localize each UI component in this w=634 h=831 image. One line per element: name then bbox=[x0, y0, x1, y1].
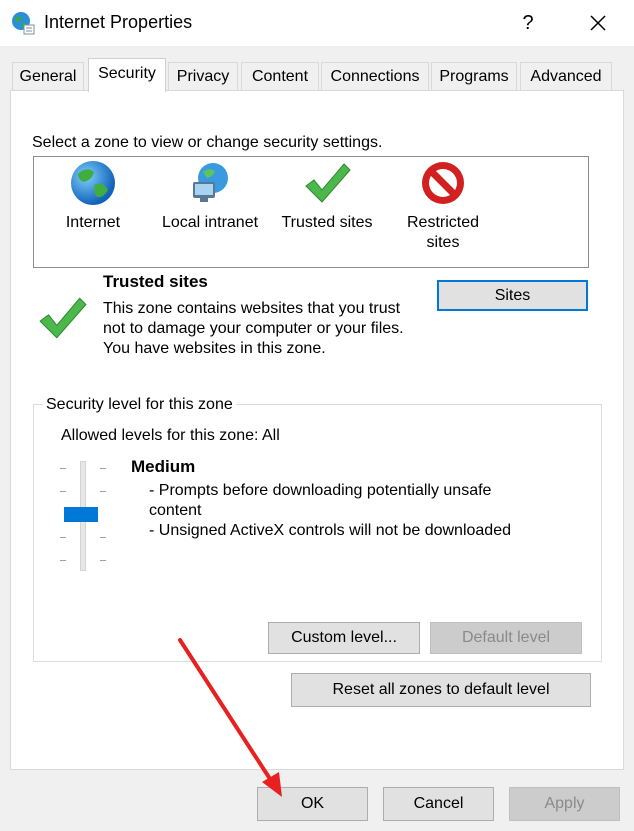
slider-tick bbox=[100, 537, 106, 538]
slider-tick bbox=[100, 491, 106, 492]
sites-button[interactable]: Sites bbox=[437, 280, 588, 311]
window-title: Internet Properties bbox=[44, 12, 193, 32]
security-level-description: - Prompts before downloading potentially… bbox=[149, 482, 511, 539]
zone-internet[interactable]: Internet bbox=[38, 158, 148, 234]
apply-button[interactable]: Apply bbox=[509, 787, 620, 821]
zone-status-text: You have websites in this zone. bbox=[103, 340, 326, 357]
slider-tick bbox=[60, 491, 66, 492]
trusted-sites-check-icon bbox=[39, 297, 87, 339]
slider-tick bbox=[100, 468, 106, 469]
allowed-levels-label: Allowed levels for this zone: All bbox=[61, 427, 280, 444]
zone-label: Local intranet bbox=[161, 214, 259, 231]
zone-label: Trusted sites bbox=[281, 214, 373, 231]
no-entry-icon bbox=[422, 162, 464, 204]
slider-tick bbox=[60, 468, 66, 469]
help-button[interactable]: ? bbox=[512, 8, 544, 38]
slider-tick bbox=[60, 537, 66, 538]
close-button[interactable] bbox=[580, 8, 616, 38]
globe-icon bbox=[71, 161, 115, 205]
security-level-name: Medium bbox=[131, 457, 196, 476]
internet-options-icon bbox=[12, 12, 35, 35]
cancel-button[interactable]: Cancel bbox=[383, 787, 494, 821]
tab-programs[interactable]: Programs bbox=[431, 62, 517, 90]
custom-level-button[interactable]: Custom level... bbox=[268, 622, 420, 654]
zone-description-text: This zone contains websites that you tru… bbox=[103, 300, 404, 337]
zone-restricted-sites[interactable]: Restricted sites bbox=[388, 158, 498, 254]
tab-general[interactable]: General bbox=[12, 62, 84, 90]
security-level-slider-thumb[interactable] bbox=[64, 507, 98, 522]
zone-label: Internet bbox=[65, 214, 121, 231]
green-check-icon bbox=[305, 163, 351, 203]
reset-all-zones-button[interactable]: Reset all zones to default level bbox=[291, 673, 591, 707]
slider-tick bbox=[100, 560, 106, 561]
network-globe-icon bbox=[193, 163, 228, 202]
zone-prompt: Select a zone to view or change security… bbox=[32, 134, 383, 151]
tab-content[interactable]: Content bbox=[241, 62, 319, 90]
tab-connections[interactable]: Connections bbox=[321, 62, 429, 90]
selected-zone-description: This zone contains websites that you tru… bbox=[103, 299, 423, 359]
ok-button[interactable]: OK bbox=[257, 787, 368, 821]
close-icon bbox=[590, 15, 606, 31]
security-level-group-title: Security level for this zone bbox=[43, 396, 236, 414]
zone-label: Restricted sites bbox=[406, 214, 480, 251]
default-level-button[interactable]: Default level bbox=[430, 622, 582, 654]
selected-zone-name: Trusted sites bbox=[103, 272, 208, 291]
zone-local-intranet[interactable]: Local intranet bbox=[154, 158, 266, 234]
tab-privacy[interactable]: Privacy bbox=[168, 62, 238, 90]
tab-security[interactable]: Security bbox=[88, 58, 166, 92]
zone-trusted-sites[interactable]: Trusted sites bbox=[272, 158, 382, 234]
tab-advanced[interactable]: Advanced bbox=[520, 62, 612, 90]
slider-tick bbox=[60, 560, 66, 561]
